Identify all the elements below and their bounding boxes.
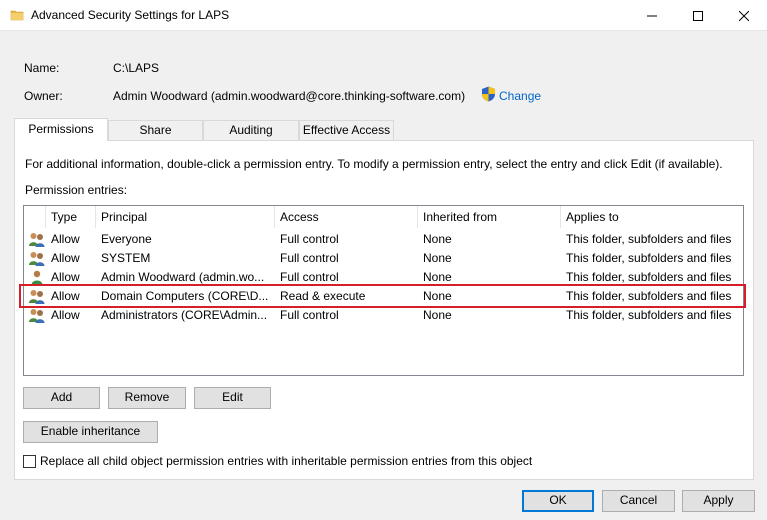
title-bar[interactable]: Advanced Security Settings for LAPS <box>0 0 767 31</box>
list-header: Type Principal Access Inherited from App… <box>24 206 743 228</box>
remove-button[interactable]: Remove <box>108 387 186 409</box>
minimize-button[interactable] <box>629 0 675 31</box>
close-icon <box>739 10 749 21</box>
close-button[interactable] <box>721 0 767 31</box>
group-icon <box>28 231 46 248</box>
row-applies-to: This folder, subfolders and files <box>566 308 732 322</box>
column-header-applies-to[interactable]: Applies to <box>562 206 742 228</box>
column-header-access[interactable]: Access <box>276 206 417 228</box>
add-button[interactable]: Add <box>23 387 100 409</box>
row-principal: Administrators (CORE\Admin... <box>101 308 268 322</box>
row-access: Full control <box>280 232 339 246</box>
row-applies-to: This folder, subfolders and files <box>566 251 732 265</box>
row-type: Allow <box>51 232 80 246</box>
minimize-icon <box>647 11 657 21</box>
row-access: Full control <box>280 270 339 284</box>
column-separator <box>560 206 561 228</box>
owner-value: Admin Woodward (admin.woodward@core.thin… <box>113 89 466 103</box>
row-type: Allow <box>51 308 80 322</box>
change-owner-link[interactable]: Change <box>481 86 541 105</box>
maximize-icon <box>693 10 703 21</box>
column-separator <box>45 206 46 228</box>
column-header-type[interactable]: Type <box>47 206 95 228</box>
maximize-button[interactable] <box>675 0 721 31</box>
column-separator <box>95 206 96 228</box>
enable-inheritance-button[interactable]: Enable inheritance <box>23 421 158 443</box>
group-icon <box>28 288 46 305</box>
row-inherited-from: None <box>423 270 452 284</box>
group-icon <box>28 307 46 324</box>
table-row-selected[interactable]: Allow Domain Computers (CORE\D... Read &… <box>24 287 743 306</box>
row-access: Full control <box>280 308 339 322</box>
row-applies-to: This folder, subfolders and files <box>566 232 732 246</box>
edit-button[interactable]: Edit <box>194 387 271 409</box>
table-row[interactable]: Allow Admin Woodward (admin.wo... Full c… <box>24 268 743 287</box>
row-principal: Domain Computers (CORE\D... <box>101 289 269 303</box>
apply-button[interactable]: Apply <box>682 490 755 512</box>
tab-auditing[interactable]: Auditing <box>203 120 299 140</box>
replace-child-permissions-label: Replace all child object permission entr… <box>40 454 533 468</box>
row-inherited-from: None <box>423 232 452 246</box>
column-header-principal[interactable]: Principal <box>97 206 274 228</box>
name-label: Name: <box>24 61 60 75</box>
table-row[interactable]: Allow SYSTEM Full control None This fold… <box>24 249 743 268</box>
tab-effective-access[interactable]: Effective Access <box>299 120 394 140</box>
ok-button[interactable]: OK <box>522 490 594 512</box>
table-row[interactable]: Allow Everyone Full control None This fo… <box>24 230 743 249</box>
row-access: Full control <box>280 251 339 265</box>
row-inherited-from: None <box>423 251 452 265</box>
user-icon <box>28 269 46 286</box>
table-row[interactable]: Allow Administrators (CORE\Admin... Full… <box>24 306 743 325</box>
column-separator <box>417 206 418 228</box>
replace-child-permissions-checkbox[interactable] <box>23 454 36 468</box>
permissions-panel: For additional information, double-click… <box>14 140 754 480</box>
cancel-button[interactable]: Cancel <box>602 490 675 512</box>
name-value: C:\LAPS <box>113 61 160 75</box>
tab-share[interactable]: Share <box>108 120 203 140</box>
folder-icon <box>10 8 24 22</box>
column-header-inherited-from[interactable]: Inherited from <box>419 206 560 228</box>
owner-label: Owner: <box>24 89 63 103</box>
uac-shield-icon <box>481 86 496 105</box>
tab-permissions[interactable]: Permissions <box>14 118 108 141</box>
permission-entries-list[interactable]: Type Principal Access Inherited from App… <box>23 205 744 376</box>
row-type: Allow <box>51 289 80 303</box>
permission-entries-label: Permission entries: <box>25 183 128 197</box>
column-separator <box>274 206 275 228</box>
change-link-label: Change <box>499 88 542 103</box>
replace-child-permissions-option[interactable]: Replace all child object permission entr… <box>23 454 532 468</box>
row-applies-to: This folder, subfolders and files <box>566 270 732 284</box>
group-icon <box>28 250 46 267</box>
row-inherited-from: None <box>423 308 452 322</box>
row-principal: Everyone <box>101 232 152 246</box>
row-access: Read & execute <box>280 289 366 303</box>
row-inherited-from: None <box>423 289 452 303</box>
row-principal: SYSTEM <box>101 251 151 265</box>
row-type: Allow <box>51 251 80 265</box>
window-title: Advanced Security Settings for LAPS <box>31 8 230 22</box>
info-text: For additional information, double-click… <box>25 157 723 171</box>
row-applies-to: This folder, subfolders and files <box>566 289 732 303</box>
row-principal: Admin Woodward (admin.wo... <box>101 270 265 284</box>
row-type: Allow <box>51 270 80 284</box>
